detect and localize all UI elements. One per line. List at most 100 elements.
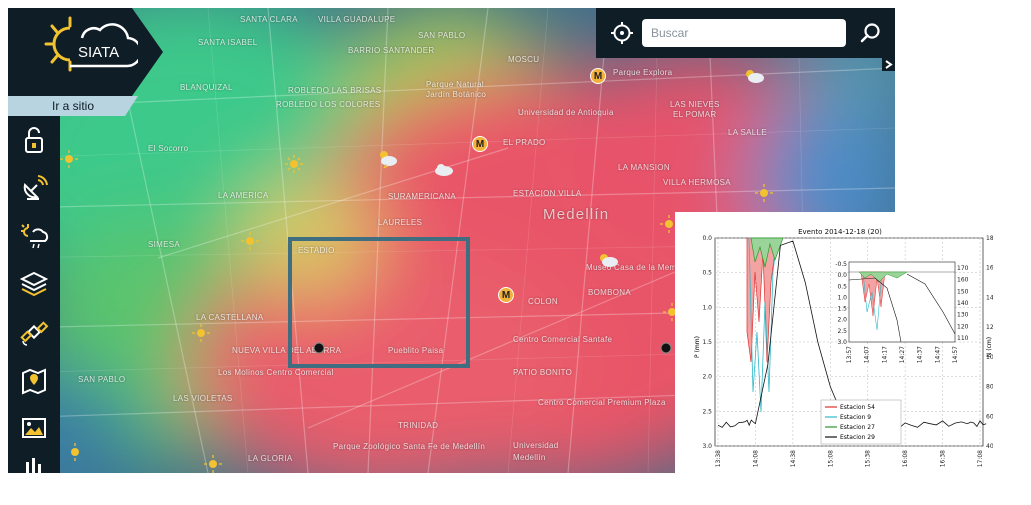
y2-tick-label: 80	[986, 384, 993, 391]
storm-station-icon[interactable]	[376, 148, 398, 168]
inset-y2-tick-label: 120	[957, 323, 969, 330]
map-label: Universidad de Antioquia	[518, 108, 614, 117]
inset-y-tick-label: 0.5	[837, 283, 847, 290]
inset-y-tick-label: 2.5	[837, 328, 847, 335]
meteo-station-badge[interactable]: M	[472, 136, 488, 152]
map-label: LAURELES	[378, 218, 423, 227]
map-label: SAN PABLO	[78, 375, 126, 384]
inset-y2-tick-label: 140	[957, 300, 969, 307]
sidebar-item-gallery[interactable]	[8, 404, 60, 452]
y-tick-label: 2.5	[702, 408, 712, 415]
sidebar-item-radar[interactable]	[8, 164, 60, 212]
sun-station-icon[interactable]	[241, 232, 259, 250]
y-tick-label: 1.0	[702, 304, 712, 311]
image-gallery-icon	[22, 418, 46, 438]
map-label: COLON	[528, 297, 558, 306]
map-label: TRINIDAD	[398, 421, 439, 430]
sun-station-icon[interactable]	[285, 155, 303, 173]
layers-icon	[19, 271, 49, 297]
inset-y2-tick-label: 160	[957, 277, 969, 284]
sun-station-icon[interactable]	[192, 324, 210, 342]
search-button[interactable]	[850, 13, 890, 53]
chart-icon	[26, 458, 41, 473]
inset-y-tick-label: 1.5	[837, 306, 847, 313]
selection-box[interactable]	[288, 237, 470, 368]
map-label: SIMESA	[148, 240, 181, 249]
map-label: ROBLEDO LOS COLORES	[276, 100, 381, 109]
sun-station-icon[interactable]	[60, 150, 78, 168]
sidebar-item-lock[interactable]	[8, 116, 60, 164]
inset-x-tick-label: 14:17	[881, 346, 888, 363]
y2-tick-label: 160	[986, 265, 993, 272]
sun-station-icon[interactable]	[755, 184, 773, 202]
x-tick-label: 15:38	[865, 450, 872, 467]
inset-y-tick-label: 1.0	[837, 294, 847, 301]
x-tick-label: 14:38	[790, 450, 797, 467]
inset-y2-tick-label: 170	[957, 265, 969, 272]
cloud-sun-station-icon[interactable]	[597, 252, 619, 268]
lock-icon	[25, 127, 43, 153]
goto-site-button[interactable]: Ir a sitio	[8, 96, 138, 116]
map-label: LAS VIOLETAS	[173, 394, 233, 403]
x-tick-label: 15:08	[827, 450, 834, 467]
expand-panel-button[interactable]	[882, 58, 895, 71]
y-tick-label: 1.5	[702, 339, 712, 346]
station-dot-icon[interactable]	[658, 340, 674, 356]
y2-axis-label: N (cm)	[986, 337, 993, 357]
y2-tick-label: 140	[986, 294, 993, 301]
map-label: LA AMERICA	[218, 191, 269, 200]
logo-text: SIATA	[78, 44, 119, 61]
map-label: Parque Zoológico Santa Fe de Medellín	[333, 442, 486, 451]
sidebar-item-chart[interactable]	[8, 452, 60, 473]
sidebar-item-layers[interactable]	[8, 260, 60, 308]
cloud-sun-station-icon[interactable]	[743, 68, 765, 84]
inset-y2-tick-label: 130	[957, 312, 969, 319]
sidebar-item-satellite[interactable]	[8, 308, 60, 356]
map-label: VILLA GUADALUPE	[318, 15, 396, 24]
map-label: LAS NIEVES	[670, 100, 720, 109]
map-label: SURAMERICANA	[388, 192, 457, 201]
map-label: LA CASTELLANA	[196, 313, 264, 322]
sun-station-icon[interactable]	[66, 443, 84, 461]
sidebar-item-weather[interactable]	[8, 212, 60, 260]
chevron-right-icon	[885, 60, 893, 69]
x-tick-label: 17:08	[977, 450, 984, 467]
legend-label: Estacion 54	[840, 404, 875, 411]
map-label: VILLA HERMOSA	[663, 178, 731, 187]
inset-x-tick-label: 14:47	[934, 346, 941, 363]
app-root: SANTA CLARA VILLA GUADALUPE SANTA ISABEL…	[0, 0, 1031, 505]
y-tick-label: 2.0	[702, 374, 712, 381]
y-axis-label: P (mm)	[694, 336, 701, 358]
inset-y2-tick-label: 150	[957, 288, 969, 295]
y2-tick-label: 120	[986, 324, 993, 331]
meteo-station-badge[interactable]: M	[590, 68, 606, 84]
y2-tick-label: 40	[986, 443, 993, 450]
map-label: SANTA ISABEL	[198, 38, 258, 47]
crosshair-icon	[611, 22, 633, 44]
x-tick-label: 16:38	[940, 450, 947, 467]
map-label: BLANQUIZAL	[180, 83, 233, 92]
sidebar-item-map[interactable]	[8, 356, 60, 404]
map-label-city: Medellín	[543, 206, 610, 223]
meteo-station-badge[interactable]: M	[498, 287, 514, 303]
sun-station-icon[interactable]	[204, 455, 222, 473]
map-label: ESTACION VILLA	[513, 189, 582, 198]
map-label: LA SALLE	[728, 128, 767, 137]
sidebar	[8, 116, 60, 473]
inset-y2-tick-label: 110	[957, 335, 969, 342]
logo-panel[interactable]: SIATA	[8, 8, 163, 96]
search-panel	[596, 8, 895, 58]
chart-title: Evento 2014-12-18 (20)	[798, 228, 882, 236]
legend-label: Estacion 27	[840, 424, 875, 431]
map-label: EL POMAR	[673, 110, 717, 119]
inset-y-tick-label: 0.0	[837, 272, 847, 279]
y-tick-label: 3.0	[702, 443, 712, 450]
locate-button[interactable]	[602, 13, 642, 53]
rainfall-series	[746, 237, 784, 413]
search-input[interactable]	[642, 19, 846, 47]
inset-x-tick-label: 14:37	[917, 346, 924, 363]
map-label: BARRIO SANTANDER	[348, 46, 435, 55]
map-label: Centro Comercial Premium Plaza	[538, 398, 666, 407]
inset-y-tick-label: -0.5	[835, 261, 847, 268]
cloud-station-icon[interactable]	[433, 162, 455, 178]
